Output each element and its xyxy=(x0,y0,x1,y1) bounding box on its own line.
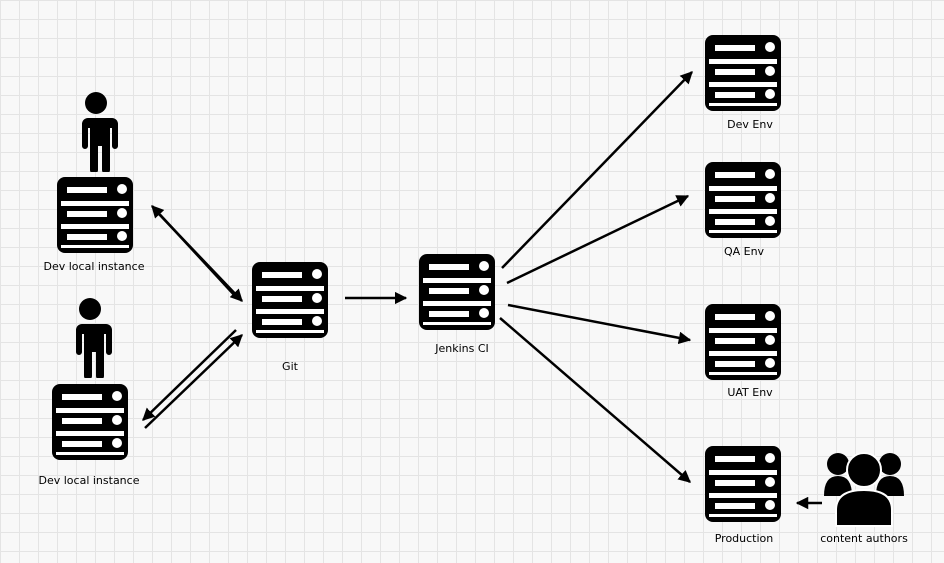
node-dev-local-1: Dev local instance xyxy=(44,92,145,273)
node-label: content authors xyxy=(820,532,908,545)
person-icon xyxy=(80,92,118,172)
node-qa-env: QA Env xyxy=(705,162,781,258)
arrow-jenkins-to-qa_env xyxy=(506,194,690,285)
arrow-jenkins-to-production xyxy=(499,317,691,483)
user-group-icon xyxy=(823,452,905,527)
node-production: Production xyxy=(705,446,781,545)
node-label: Dev Env xyxy=(727,118,773,131)
deployment-diagram: Dev local instance Dev local instance Git J… xyxy=(39,35,908,545)
arrow-dev_local_1-to-git xyxy=(157,212,243,302)
node-label: Git xyxy=(282,360,299,373)
node-dev-env: Dev Env xyxy=(705,35,781,131)
node-content-authors: content authors xyxy=(820,452,908,545)
node-uat-env: UAT Env xyxy=(705,304,781,399)
server-icon xyxy=(52,384,128,460)
node-label: QA Env xyxy=(724,245,765,258)
server-icon xyxy=(57,177,133,253)
arrow-jenkins-to-uat_env xyxy=(507,303,692,345)
server-icon xyxy=(419,254,495,330)
server-icon xyxy=(705,35,781,111)
node-git: Git xyxy=(252,262,328,373)
node-label: Jenkins CI xyxy=(434,342,489,355)
server-icon xyxy=(705,162,781,238)
node-label: UAT Env xyxy=(727,386,773,399)
server-icon xyxy=(705,446,781,522)
node-dev-local-2: Dev local instance xyxy=(39,298,140,487)
server-icon xyxy=(705,304,781,380)
server-icon xyxy=(252,262,328,338)
node-label: Dev local instance xyxy=(39,474,140,487)
node-label: Production xyxy=(715,532,774,545)
arrow-git-to-dev_local_2 xyxy=(142,329,237,421)
person-icon xyxy=(74,298,112,378)
node-label: Dev local instance xyxy=(44,260,145,273)
node-jenkins: Jenkins CI xyxy=(419,254,495,355)
arrow-dev_local_2-to-git xyxy=(144,334,243,429)
